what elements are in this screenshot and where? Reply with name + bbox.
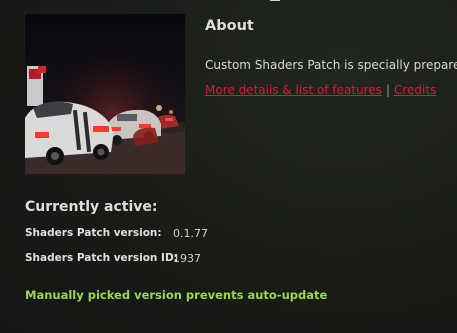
link-separator: | bbox=[385, 83, 390, 97]
currently-active-title: Currently active: bbox=[25, 199, 158, 215]
window-edge-mark bbox=[270, 0, 280, 1]
version-value: 0.1.77 bbox=[173, 227, 208, 240]
auto-update-notice: Manually picked version prevents auto-up… bbox=[25, 288, 328, 302]
about-links: More details & list of features | Credits bbox=[205, 83, 436, 97]
version-id-value: 1937 bbox=[173, 252, 201, 265]
details-link[interactable]: More details & list of features bbox=[205, 83, 382, 97]
about-description: Custom Shaders Patch is specially prepar… bbox=[205, 58, 457, 72]
credits-link[interactable]: Credits bbox=[394, 83, 436, 97]
version-id-label: Shaders Patch version ID: bbox=[25, 252, 178, 264]
version-label: Shaders Patch version: bbox=[25, 227, 162, 239]
race-night-scene bbox=[25, 14, 185, 174]
about-title: About bbox=[205, 18, 254, 34]
preview-image bbox=[25, 14, 185, 174]
